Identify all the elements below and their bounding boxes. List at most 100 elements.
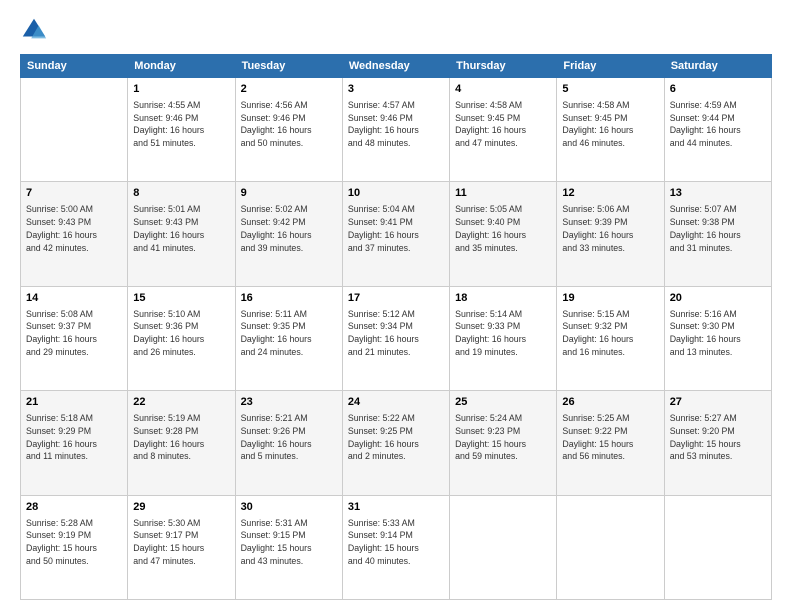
logo-icon — [20, 16, 48, 44]
day-info: Sunrise: 5:22 AMSunset: 9:25 PMDaylight:… — [348, 412, 444, 463]
day-number: 7 — [26, 186, 122, 202]
table-row: 23Sunrise: 5:21 AMSunset: 9:26 PMDayligh… — [235, 391, 342, 495]
calendar-week-row: 14Sunrise: 5:08 AMSunset: 9:37 PMDayligh… — [21, 286, 772, 390]
table-row: 17Sunrise: 5:12 AMSunset: 9:34 PMDayligh… — [342, 286, 449, 390]
table-row: 12Sunrise: 5:06 AMSunset: 9:39 PMDayligh… — [557, 182, 664, 286]
day-number: 9 — [241, 186, 337, 202]
col-saturday: Saturday — [664, 55, 771, 78]
col-monday: Monday — [128, 55, 235, 78]
day-info: Sunrise: 4:56 AMSunset: 9:46 PMDaylight:… — [241, 99, 337, 150]
day-number: 11 — [455, 186, 551, 202]
day-number: 25 — [455, 395, 551, 411]
day-info: Sunrise: 5:08 AMSunset: 9:37 PMDaylight:… — [26, 308, 122, 359]
day-number: 6 — [670, 82, 766, 98]
table-row: 10Sunrise: 5:04 AMSunset: 9:41 PMDayligh… — [342, 182, 449, 286]
day-info: Sunrise: 5:30 AMSunset: 9:17 PMDaylight:… — [133, 517, 229, 568]
table-row: 11Sunrise: 5:05 AMSunset: 9:40 PMDayligh… — [450, 182, 557, 286]
day-number: 2 — [241, 82, 337, 98]
table-row: 27Sunrise: 5:27 AMSunset: 9:20 PMDayligh… — [664, 391, 771, 495]
day-number: 26 — [562, 395, 658, 411]
table-row: 14Sunrise: 5:08 AMSunset: 9:37 PMDayligh… — [21, 286, 128, 390]
day-number: 31 — [348, 500, 444, 516]
table-row: 4Sunrise: 4:58 AMSunset: 9:45 PMDaylight… — [450, 78, 557, 182]
day-number: 30 — [241, 500, 337, 516]
table-row: 15Sunrise: 5:10 AMSunset: 9:36 PMDayligh… — [128, 286, 235, 390]
header — [20, 16, 772, 44]
day-info: Sunrise: 5:12 AMSunset: 9:34 PMDaylight:… — [348, 308, 444, 359]
day-info: Sunrise: 5:04 AMSunset: 9:41 PMDaylight:… — [348, 203, 444, 254]
logo — [20, 16, 52, 44]
day-info: Sunrise: 5:15 AMSunset: 9:32 PMDaylight:… — [562, 308, 658, 359]
day-number: 24 — [348, 395, 444, 411]
day-number: 8 — [133, 186, 229, 202]
table-row: 2Sunrise: 4:56 AMSunset: 9:46 PMDaylight… — [235, 78, 342, 182]
day-info: Sunrise: 5:01 AMSunset: 9:43 PMDaylight:… — [133, 203, 229, 254]
table-row — [450, 495, 557, 599]
table-row: 28Sunrise: 5:28 AMSunset: 9:19 PMDayligh… — [21, 495, 128, 599]
table-row: 16Sunrise: 5:11 AMSunset: 9:35 PMDayligh… — [235, 286, 342, 390]
table-row: 24Sunrise: 5:22 AMSunset: 9:25 PMDayligh… — [342, 391, 449, 495]
day-info: Sunrise: 5:14 AMSunset: 9:33 PMDaylight:… — [455, 308, 551, 359]
day-number: 15 — [133, 291, 229, 307]
day-info: Sunrise: 5:24 AMSunset: 9:23 PMDaylight:… — [455, 412, 551, 463]
table-row — [664, 495, 771, 599]
calendar-week-row: 21Sunrise: 5:18 AMSunset: 9:29 PMDayligh… — [21, 391, 772, 495]
day-info: Sunrise: 5:07 AMSunset: 9:38 PMDaylight:… — [670, 203, 766, 254]
day-info: Sunrise: 5:11 AMSunset: 9:35 PMDaylight:… — [241, 308, 337, 359]
day-info: Sunrise: 4:58 AMSunset: 9:45 PMDaylight:… — [455, 99, 551, 150]
col-sunday: Sunday — [21, 55, 128, 78]
table-row: 29Sunrise: 5:30 AMSunset: 9:17 PMDayligh… — [128, 495, 235, 599]
table-row: 26Sunrise: 5:25 AMSunset: 9:22 PMDayligh… — [557, 391, 664, 495]
day-info: Sunrise: 5:02 AMSunset: 9:42 PMDaylight:… — [241, 203, 337, 254]
table-row: 25Sunrise: 5:24 AMSunset: 9:23 PMDayligh… — [450, 391, 557, 495]
calendar-table: Sunday Monday Tuesday Wednesday Thursday… — [20, 54, 772, 600]
table-row: 31Sunrise: 5:33 AMSunset: 9:14 PMDayligh… — [342, 495, 449, 599]
day-info: Sunrise: 4:55 AMSunset: 9:46 PMDaylight:… — [133, 99, 229, 150]
day-info: Sunrise: 4:57 AMSunset: 9:46 PMDaylight:… — [348, 99, 444, 150]
day-info: Sunrise: 5:05 AMSunset: 9:40 PMDaylight:… — [455, 203, 551, 254]
day-info: Sunrise: 5:06 AMSunset: 9:39 PMDaylight:… — [562, 203, 658, 254]
table-row — [557, 495, 664, 599]
day-number: 3 — [348, 82, 444, 98]
day-number: 28 — [26, 500, 122, 516]
table-row: 22Sunrise: 5:19 AMSunset: 9:28 PMDayligh… — [128, 391, 235, 495]
day-number: 23 — [241, 395, 337, 411]
table-row: 9Sunrise: 5:02 AMSunset: 9:42 PMDaylight… — [235, 182, 342, 286]
day-number: 12 — [562, 186, 658, 202]
table-row: 19Sunrise: 5:15 AMSunset: 9:32 PMDayligh… — [557, 286, 664, 390]
day-info: Sunrise: 5:10 AMSunset: 9:36 PMDaylight:… — [133, 308, 229, 359]
day-info: Sunrise: 5:25 AMSunset: 9:22 PMDaylight:… — [562, 412, 658, 463]
table-row: 3Sunrise: 4:57 AMSunset: 9:46 PMDaylight… — [342, 78, 449, 182]
day-number: 21 — [26, 395, 122, 411]
table-row: 7Sunrise: 5:00 AMSunset: 9:43 PMDaylight… — [21, 182, 128, 286]
day-info: Sunrise: 5:21 AMSunset: 9:26 PMDaylight:… — [241, 412, 337, 463]
calendar-week-row: 1Sunrise: 4:55 AMSunset: 9:46 PMDaylight… — [21, 78, 772, 182]
table-row: 13Sunrise: 5:07 AMSunset: 9:38 PMDayligh… — [664, 182, 771, 286]
day-info: Sunrise: 5:16 AMSunset: 9:30 PMDaylight:… — [670, 308, 766, 359]
day-number: 10 — [348, 186, 444, 202]
table-row: 5Sunrise: 4:58 AMSunset: 9:45 PMDaylight… — [557, 78, 664, 182]
col-thursday: Thursday — [450, 55, 557, 78]
day-number: 19 — [562, 291, 658, 307]
calendar-week-row: 7Sunrise: 5:00 AMSunset: 9:43 PMDaylight… — [21, 182, 772, 286]
table-row: 6Sunrise: 4:59 AMSunset: 9:44 PMDaylight… — [664, 78, 771, 182]
day-number: 29 — [133, 500, 229, 516]
table-row: 18Sunrise: 5:14 AMSunset: 9:33 PMDayligh… — [450, 286, 557, 390]
calendar-header-row: Sunday Monday Tuesday Wednesday Thursday… — [21, 55, 772, 78]
day-number: 17 — [348, 291, 444, 307]
day-number: 18 — [455, 291, 551, 307]
day-number: 4 — [455, 82, 551, 98]
day-number: 14 — [26, 291, 122, 307]
table-row: 8Sunrise: 5:01 AMSunset: 9:43 PMDaylight… — [128, 182, 235, 286]
day-number: 16 — [241, 291, 337, 307]
col-wednesday: Wednesday — [342, 55, 449, 78]
day-info: Sunrise: 5:31 AMSunset: 9:15 PMDaylight:… — [241, 517, 337, 568]
table-row — [21, 78, 128, 182]
calendar-week-row: 28Sunrise: 5:28 AMSunset: 9:19 PMDayligh… — [21, 495, 772, 599]
day-number: 13 — [670, 186, 766, 202]
col-tuesday: Tuesday — [235, 55, 342, 78]
col-friday: Friday — [557, 55, 664, 78]
day-info: Sunrise: 4:59 AMSunset: 9:44 PMDaylight:… — [670, 99, 766, 150]
day-info: Sunrise: 5:19 AMSunset: 9:28 PMDaylight:… — [133, 412, 229, 463]
page: Sunday Monday Tuesday Wednesday Thursday… — [0, 0, 792, 612]
